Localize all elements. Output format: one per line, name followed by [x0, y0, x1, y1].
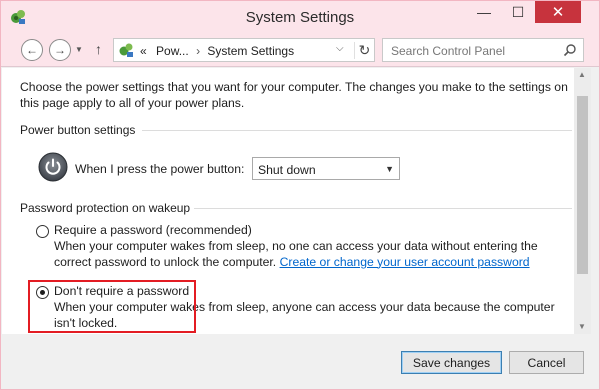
- system-settings-window: System Settings — ☐ ✕ ← → ▼ ↑ « Pow... ›…: [0, 0, 600, 390]
- power-button-prompt: When I press the power button:: [75, 162, 245, 176]
- settings-content: Choose the power settings that you want …: [2, 68, 574, 334]
- scroll-up-icon[interactable]: ▲: [578, 70, 586, 79]
- left-arrow-icon: ←: [26, 43, 38, 57]
- divider: [142, 130, 572, 131]
- search-placeholder: Search Control Panel: [391, 44, 506, 58]
- power-button-action-value: Shut down: [258, 163, 316, 177]
- recent-locations-dropdown[interactable]: ▼: [75, 45, 83, 54]
- title-bar: System Settings — ☐ ✕: [1, 1, 599, 33]
- search-icon: [563, 44, 576, 57]
- scroll-down-icon[interactable]: ▼: [578, 322, 586, 331]
- search-input[interactable]: Search Control Panel: [382, 38, 584, 62]
- breadcrumb-overflow[interactable]: «: [140, 44, 147, 58]
- control-panel-icon: [119, 43, 133, 57]
- address-bar[interactable]: « Pow... › System Settings ⌵ ↻: [113, 38, 375, 62]
- require-password-radio[interactable]: [36, 225, 49, 238]
- save-changes-button[interactable]: Save changes: [401, 351, 502, 374]
- right-arrow-icon: →: [54, 43, 66, 57]
- password-protection-heading: Password protection on wakeup: [20, 201, 191, 215]
- breadcrumb: « Pow... › System Settings: [140, 44, 294, 58]
- navigation-bar: ← → ▼ ↑ « Pow... › System Settings ⌵ ↻ S…: [1, 33, 599, 67]
- require-password-label[interactable]: Require a password (recommended): [54, 223, 252, 237]
- up-arrow-icon[interactable]: ↑: [95, 41, 102, 57]
- maximize-button[interactable]: ☐: [501, 1, 535, 23]
- divider: [194, 208, 572, 209]
- minimize-button[interactable]: —: [467, 1, 501, 23]
- power-button-settings-heading: Power button settings: [20, 123, 136, 137]
- breadcrumb-item-system-settings[interactable]: System Settings: [207, 44, 294, 58]
- intro-text: Choose the power settings that you want …: [20, 80, 568, 110]
- cancel-button[interactable]: Cancel: [509, 351, 584, 374]
- change-password-link[interactable]: Create or change your user account passw…: [280, 255, 530, 269]
- power-button-action-select[interactable]: Shut down ▼: [252, 157, 400, 180]
- address-history-dropdown[interactable]: ⌵: [336, 43, 344, 54]
- forward-button[interactable]: →: [49, 39, 71, 61]
- power-icon: [38, 152, 68, 182]
- require-password-description: When your computer wakes from sleep, no …: [54, 239, 564, 270]
- close-button[interactable]: ✕: [535, 1, 581, 23]
- breadcrumb-item-power[interactable]: Pow...: [156, 44, 189, 58]
- highlight-box: [28, 280, 196, 333]
- chevron-down-icon: ▼: [385, 164, 394, 174]
- refresh-button[interactable]: ↻: [354, 42, 374, 59]
- vertical-scrollbar[interactable]: ▲ ▼: [574, 68, 591, 334]
- breadcrumb-separator: ›: [196, 44, 201, 58]
- scrollbar-thumb[interactable]: [577, 96, 588, 274]
- back-button[interactable]: ←: [21, 39, 43, 61]
